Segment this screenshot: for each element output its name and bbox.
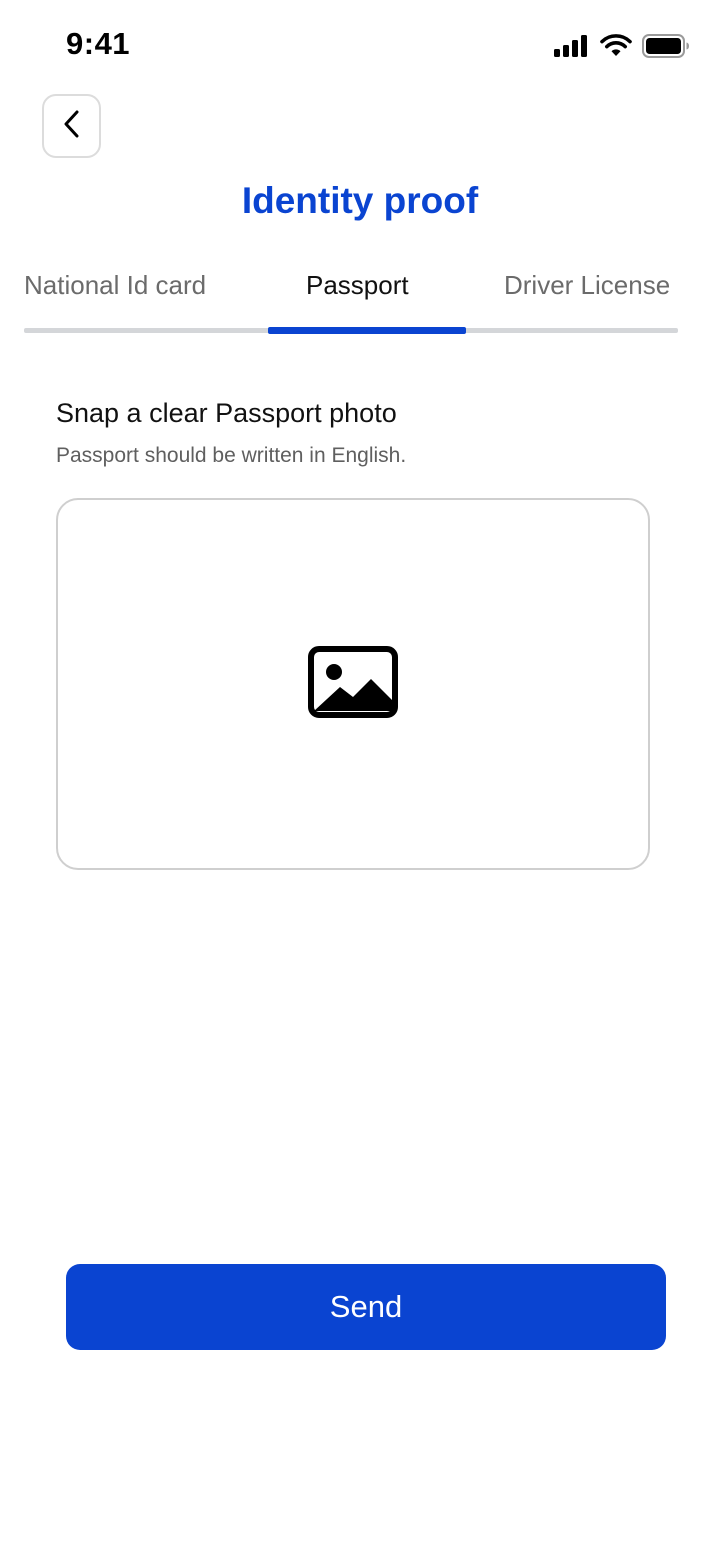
tab-passport[interactable]: Passport — [306, 270, 409, 326]
back-button[interactable] — [42, 94, 101, 158]
page-title: Identity proof — [241, 180, 479, 221]
identity-proof-screen: 9:41 Identity proof National Id card Pas… — [0, 0, 720, 1566]
chevron-left-icon — [61, 109, 83, 144]
active-tab-indicator — [268, 327, 466, 334]
section-heading: Snap a clear Passport photo — [56, 398, 397, 428]
battery-icon — [642, 34, 690, 58]
cellular-signal-icon — [554, 35, 590, 57]
section-subtext: Passport should be written in English. — [56, 444, 407, 467]
send-button[interactable]: Send — [66, 1264, 666, 1350]
photo-upload-area[interactable] — [56, 498, 650, 870]
status-time: 9:41 — [66, 26, 131, 61]
tab-national-id-card[interactable]: National Id card — [24, 270, 206, 326]
status-icons — [554, 32, 690, 60]
image-icon — [307, 645, 399, 724]
document-type-tabs: National Id card Passport Driver License — [24, 270, 678, 334]
wifi-icon — [600, 34, 632, 58]
tab-driver-license[interactable]: Driver License — [504, 270, 670, 326]
status-bar: 9:41 — [0, 0, 720, 90]
